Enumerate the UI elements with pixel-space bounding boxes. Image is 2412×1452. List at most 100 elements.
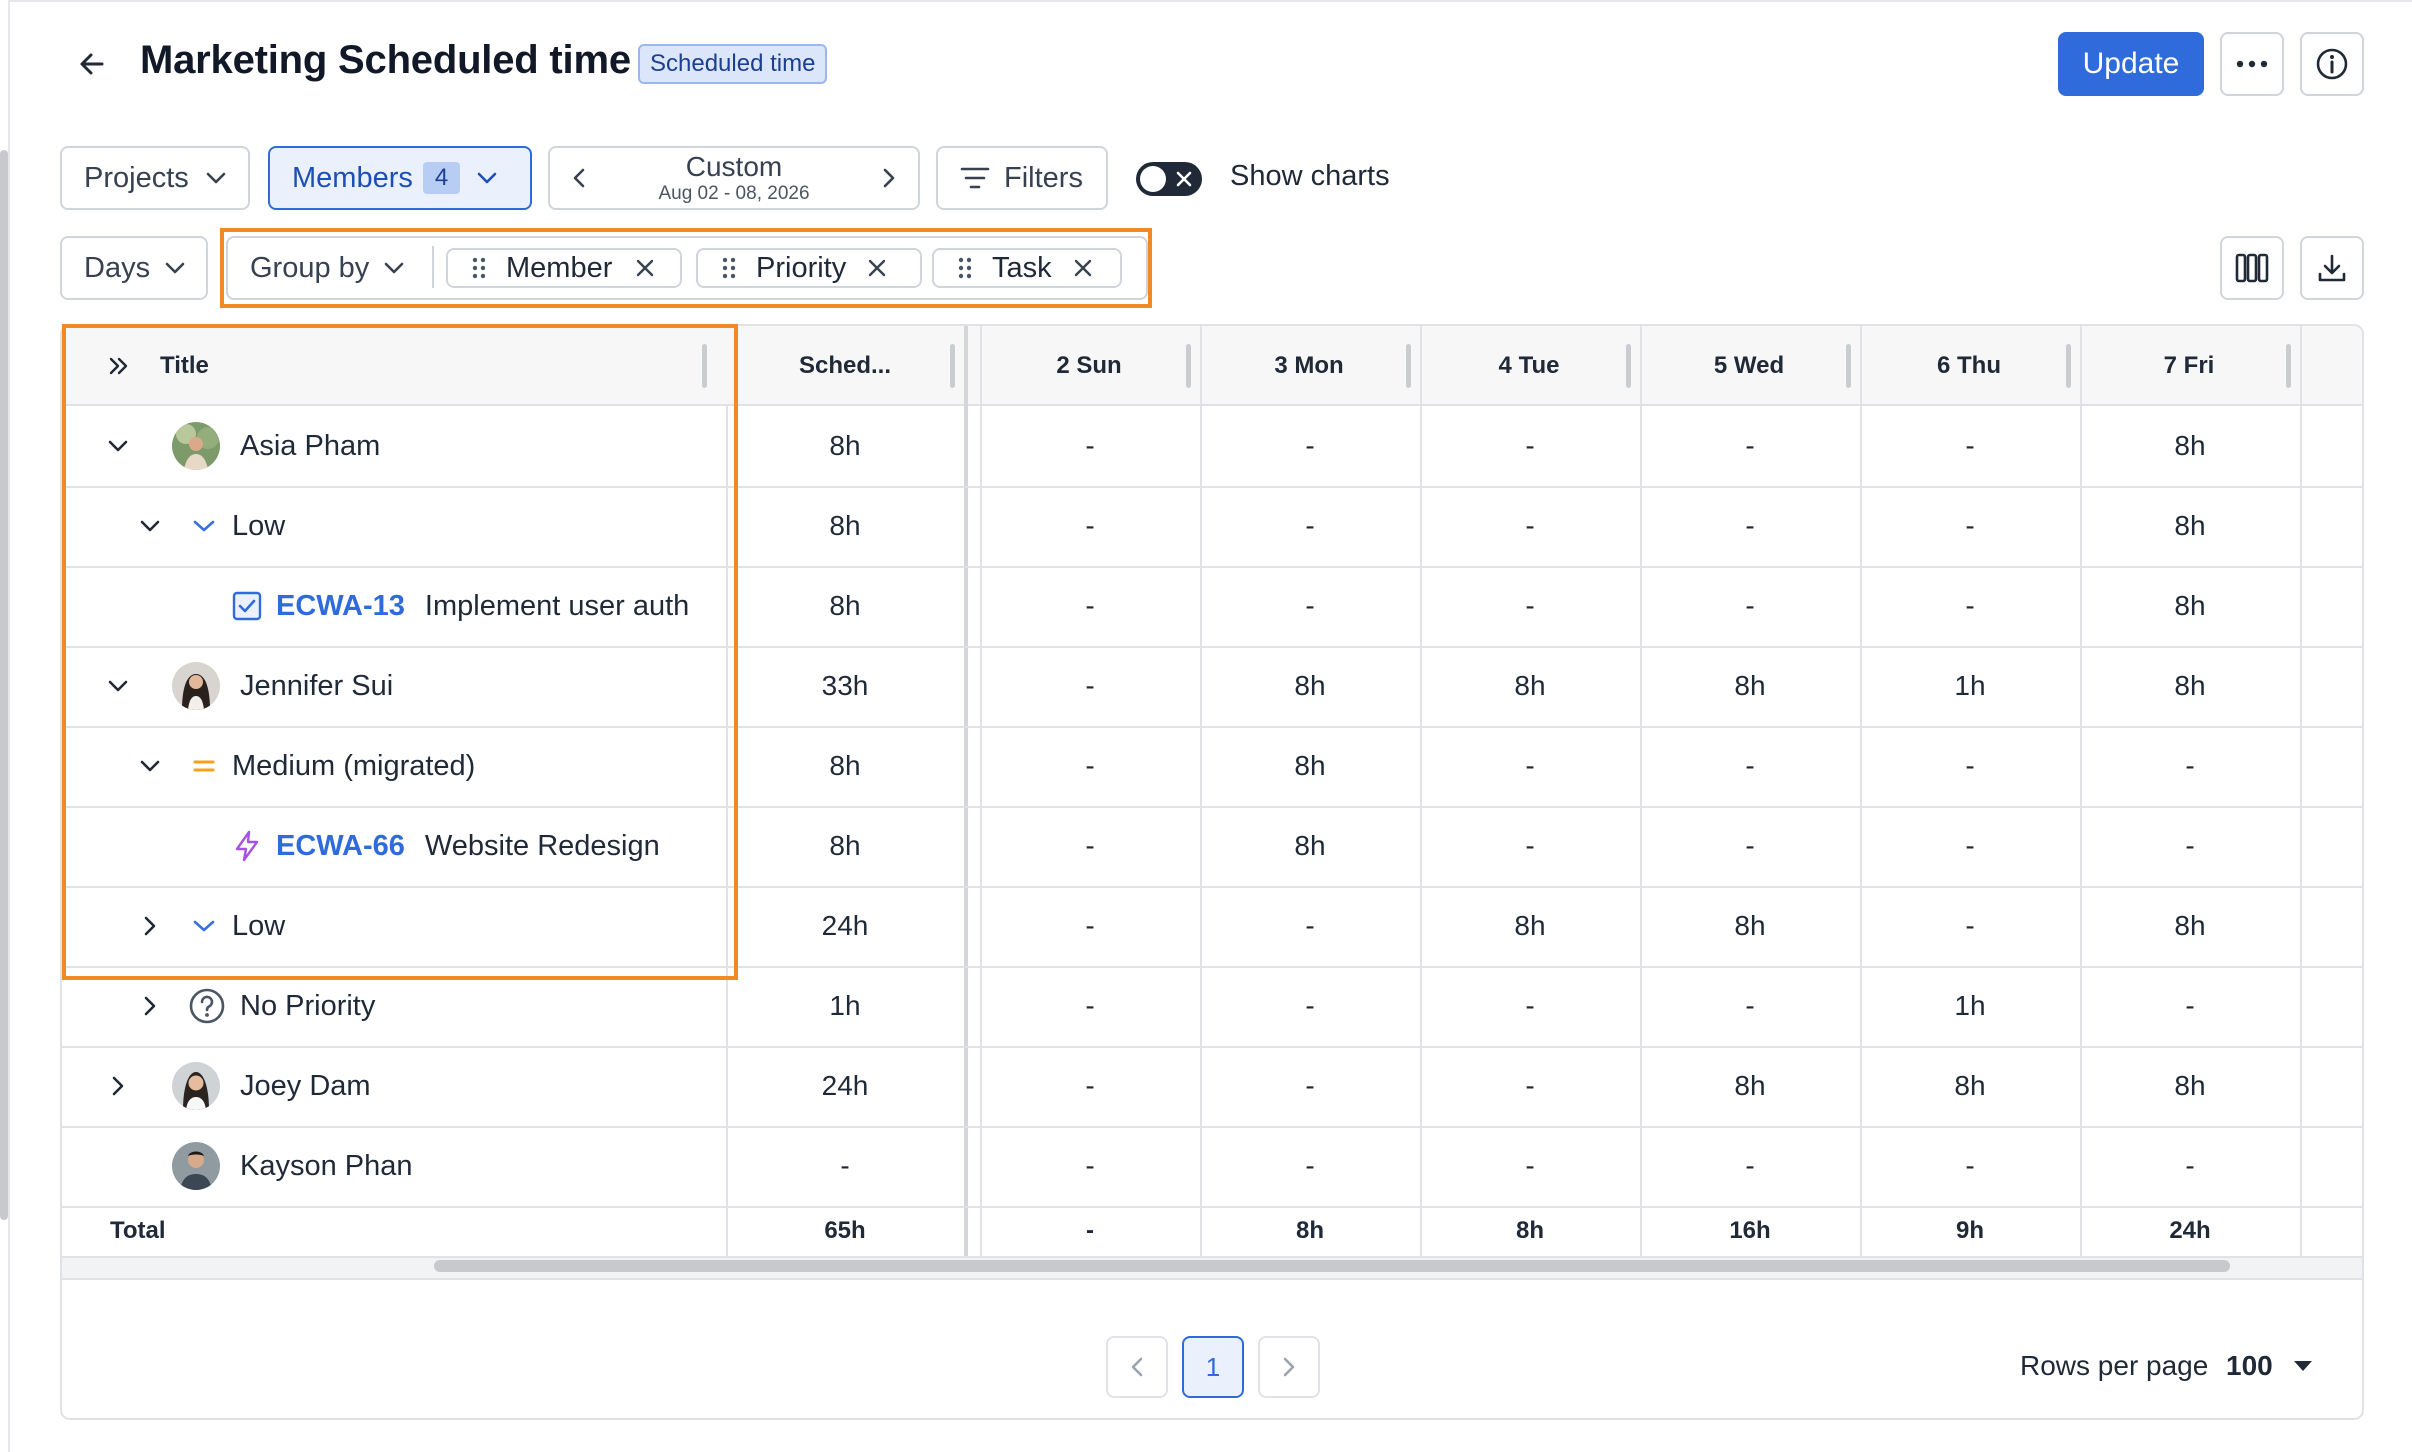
cell-day: -	[1965, 910, 1975, 941]
table-row-member[interactable]: Jennifer Sui	[62, 646, 726, 726]
column-resize-handle[interactable]	[950, 344, 955, 388]
column-header-day[interactable]: 4 Tue	[1420, 326, 1638, 406]
chevron-down-icon	[140, 520, 160, 532]
table-row-priority[interactable]: Medium (migrated)	[62, 726, 726, 806]
drag-handle-icon	[472, 257, 486, 279]
filters-button[interactable]: Filters	[936, 146, 1108, 210]
close-icon[interactable]	[868, 259, 886, 277]
projects-dropdown[interactable]: Projects	[60, 146, 250, 210]
table-row-task[interactable]: ECWA-13 Implement user auth	[62, 566, 726, 646]
horizontal-scrollbar[interactable]	[434, 1260, 2230, 1272]
column-resize-handle[interactable]	[1846, 344, 1851, 388]
filter-icon	[960, 167, 990, 189]
show-charts-toggle[interactable]	[1136, 162, 1202, 196]
cell-scheduled: 8h	[829, 430, 861, 461]
date-range-picker: Custom Aug 02 - 08, 2026	[548, 146, 920, 210]
column-resize-handle[interactable]	[1626, 344, 1631, 388]
download-button[interactable]	[2300, 236, 2364, 300]
expand-button[interactable]	[100, 1068, 136, 1104]
cell-day: -	[1085, 830, 1095, 861]
column-header-day[interactable]: 6 Thu	[1860, 326, 2078, 406]
group-by-label: Group by	[250, 251, 370, 284]
cell-scheduled: 8h	[829, 830, 861, 861]
row-divider	[62, 1278, 2362, 1280]
back-button[interactable]	[70, 42, 114, 86]
row-title: Jennifer Sui	[240, 669, 394, 702]
next-range-button[interactable]	[874, 167, 904, 189]
table-row-priority[interactable]: Low	[62, 886, 726, 966]
group-chip-task[interactable]: Task	[932, 248, 1122, 288]
cell-day: -	[1305, 1150, 1315, 1181]
cell-scheduled: 8h	[829, 590, 861, 621]
cell-day: -	[1525, 990, 1535, 1021]
total-cell: 65h	[824, 1217, 866, 1244]
granularity-dropdown[interactable]: Days	[60, 236, 208, 300]
columns-button[interactable]	[2220, 236, 2284, 300]
cell-day: -	[1745, 1150, 1755, 1181]
cell-day: -	[1085, 430, 1095, 461]
expand-all-icon[interactable]	[108, 356, 130, 376]
cell-day: -	[1305, 1070, 1315, 1101]
info-button[interactable]	[2300, 32, 2364, 96]
table-row-member[interactable]: Asia Pham	[62, 406, 726, 486]
column-header-title[interactable]: Title	[62, 326, 726, 406]
expand-button[interactable]	[132, 988, 168, 1024]
group-chip-priority[interactable]: Priority	[696, 248, 922, 288]
report-table: Title Sched... 2 Sun 3 Mon 4 Tue 5 Wed 6…	[60, 324, 2364, 1420]
cell-day: 8h	[2174, 910, 2206, 941]
expand-button[interactable]	[132, 908, 168, 944]
table-row-member[interactable]: Kayson Phan	[62, 1126, 726, 1206]
rows-per-page-select[interactable]: 100	[2226, 1346, 2313, 1386]
total-cell: 9h	[1955, 1217, 1984, 1244]
table-row-priority[interactable]: Low	[62, 486, 726, 566]
page-scrollbar[interactable]	[0, 150, 8, 1220]
close-icon[interactable]	[636, 259, 654, 277]
cell-day: -	[1085, 1150, 1095, 1181]
column-header-day[interactable]: 2 Sun	[980, 326, 1198, 406]
group-chip-member[interactable]: Member	[446, 248, 682, 288]
date-range-display[interactable]: Custom Aug 02 - 08, 2026	[658, 152, 809, 203]
column-resize-handle[interactable]	[2286, 344, 2291, 388]
cell-day: 8h	[1954, 1070, 1986, 1101]
collapse-button[interactable]	[132, 748, 168, 784]
group-by-dropdown[interactable]: Group by	[250, 250, 405, 286]
cell-day: 1h	[1954, 670, 1986, 701]
table-row-priority[interactable]: No Priority	[62, 966, 726, 1046]
column-resize-handle[interactable]	[1186, 344, 1191, 388]
more-options-button[interactable]	[2220, 32, 2284, 96]
column-header-scheduled[interactable]: Sched...	[726, 326, 964, 406]
update-button[interactable]: Update	[2058, 32, 2204, 96]
collapse-button[interactable]	[100, 428, 136, 464]
column-header-day[interactable]: 3 Mon	[1200, 326, 1418, 406]
chevron-right-icon	[112, 1076, 124, 1096]
page-button[interactable]: 1	[1182, 1336, 1244, 1398]
collapse-button[interactable]	[132, 508, 168, 544]
row-title: Low	[232, 909, 286, 942]
cell-day: -	[1085, 670, 1095, 701]
cell-day: -	[2185, 830, 2195, 861]
cell-day: -	[1305, 510, 1315, 541]
chevron-down-icon	[108, 680, 128, 692]
task-key-link[interactable]: ECWA-13	[276, 590, 405, 623]
prev-page-button[interactable]	[1106, 1336, 1168, 1398]
prev-range-button[interactable]	[564, 167, 594, 189]
drag-handle-icon	[958, 257, 972, 279]
column-resize-handle[interactable]	[702, 344, 707, 388]
column-header-day[interactable]: 7 Fri	[2080, 326, 2298, 406]
table-row-task[interactable]: ECWA-66 Website Redesign	[62, 806, 726, 886]
column-resize-handle[interactable]	[1406, 344, 1411, 388]
next-page-button[interactable]	[1258, 1336, 1320, 1398]
column-resize-handle[interactable]	[2066, 344, 2071, 388]
cell-day: -	[2185, 990, 2195, 1021]
task-key-link[interactable]: ECWA-66	[276, 830, 405, 863]
column-header-day[interactable]: 5 Wed	[1640, 326, 1858, 406]
members-dropdown[interactable]: Members 4	[268, 146, 532, 210]
chevron-down-icon	[140, 760, 160, 772]
cell-day: 8h	[1294, 830, 1326, 861]
cell-day: -	[2185, 750, 2195, 781]
table-row-member[interactable]: Joey Dam	[62, 1046, 726, 1126]
close-icon[interactable]	[1074, 259, 1092, 277]
members-count-badge: 4	[422, 162, 461, 194]
total-cell: -	[1086, 1217, 1094, 1244]
collapse-button[interactable]	[100, 668, 136, 704]
